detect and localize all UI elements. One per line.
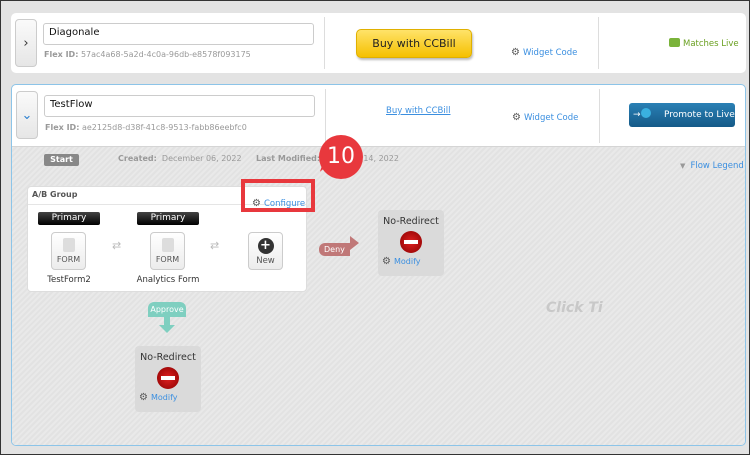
start-tag: Start — [44, 154, 79, 166]
modify-link[interactable]: ⚙ Modify — [378, 256, 444, 267]
matches-live-icon — [669, 38, 680, 47]
modify-label: Modify — [150, 393, 178, 402]
deny-arrow: Deny — [319, 236, 359, 256]
status-label: Matches Live — [683, 39, 739, 49]
collapse-button[interactable]: ⌄ — [16, 91, 38, 139]
promote-label: Promote to Live — [664, 110, 735, 120]
swap-icon: ⇄ — [112, 239, 122, 252]
no-redirect-node[interactable]: No-Redirect ⚙ Modify — [135, 346, 201, 412]
gear-icon: ⚙ — [511, 47, 520, 58]
flex-id-value: 57ac4a68-5a2d-4c0a-96db-e8578f093175 — [80, 50, 251, 59]
flex-id-label: Flex ID: — [44, 50, 79, 59]
widget-code-label: Widget Code — [522, 48, 578, 58]
form-icon-label: FORM — [56, 255, 81, 264]
flow-legend-label: Flow Legend — [690, 161, 744, 171]
form-node-testform2[interactable]: FORM — [51, 232, 86, 270]
gear-icon: ⚙ — [139, 392, 148, 403]
primary-tag: Primary — [38, 212, 100, 225]
divider — [325, 89, 326, 143]
created-info: Created: December 06, 2022 — [118, 154, 242, 163]
created-date: December 06, 2022 — [161, 154, 242, 163]
approve-arrow: Approve — [148, 302, 186, 333]
flow-card-testflow: ⌄ TestFlow Flex ID: ae2125d8-d38f-41c8-9… — [11, 84, 746, 446]
gear-icon: ⚙ — [512, 112, 521, 123]
form-icon-label: FORM — [155, 255, 180, 264]
gear-icon: ⚙ — [382, 256, 391, 267]
divider — [599, 89, 600, 143]
form-name: Analytics Form — [136, 275, 200, 285]
divider — [598, 17, 599, 69]
document-icon — [161, 238, 174, 252]
node-title: No-Redirect — [383, 216, 439, 227]
document-icon — [62, 238, 75, 252]
form-name: TestForm2 — [47, 275, 91, 285]
expand-button[interactable]: › — [15, 19, 37, 67]
modify-label: Modify — [393, 257, 421, 266]
flex-id: Flex ID: ae2125d8-d38f-41c8-9513-fabb86e… — [45, 123, 247, 132]
divider — [324, 17, 325, 69]
chevron-down-icon: ▼ — [680, 162, 686, 170]
highlight-box — [241, 179, 315, 212]
flex-id-label: Flex ID: — [45, 123, 80, 132]
globe-arrow-icon: → — [633, 103, 657, 127]
arrow-down-icon — [159, 325, 175, 333]
plus-icon: + — [257, 238, 274, 254]
buy-with-ccbill-link[interactable]: Buy with CCBill — [386, 106, 450, 116]
ab-group-title: A/B Group — [32, 190, 78, 199]
widget-code-label: Widget Code — [523, 113, 579, 123]
no-redirect-node[interactable]: No-Redirect ⚙ Modify — [378, 210, 444, 276]
promote-to-live-button[interactable]: → Promote to Live — [629, 103, 735, 127]
form-node-analytics-form[interactable]: FORM — [150, 232, 185, 270]
flex-id-value: ae2125d8-d38f-41c8-9513-fabb86eebfc0 — [81, 123, 247, 132]
new-form-button[interactable]: + New — [248, 232, 283, 270]
widget-code-link[interactable]: ⚙ Widget Code — [511, 40, 577, 59]
primary-tag: Primary — [137, 212, 199, 225]
modify-link[interactable]: ⚙ Modify — [135, 392, 201, 403]
arrow-right-icon — [349, 236, 359, 250]
flow-legend-toggle[interactable]: ▼ Flow Legend — [680, 153, 744, 172]
callout-badge: 10 — [319, 135, 363, 179]
flow-name-input[interactable]: TestFlow — [44, 95, 315, 117]
stop-icon — [157, 367, 179, 389]
flex-id: Flex ID: 57ac4a68-5a2d-4c0a-96db-e8578f0… — [44, 50, 251, 59]
matches-live-status: Matches Live — [669, 38, 739, 49]
flow-canvas[interactable]: Start Created: December 06, 2022 Last Mo… — [12, 146, 745, 445]
node-title: No-Redirect — [140, 352, 196, 363]
created-label: Created: — [118, 154, 157, 163]
widget-code-link[interactable]: ⚙ Widget Code — [512, 105, 578, 124]
flow-card-diagonale: › Diagonale Flex ID: 57ac4a68-5a2d-4c0a-… — [11, 13, 746, 73]
swap-icon: ⇄ — [210, 239, 220, 252]
flow-name-input[interactable]: Diagonale — [43, 23, 314, 45]
modified-label: Last Modified: — [256, 154, 321, 163]
deny-label: Deny — [319, 243, 350, 256]
new-label: New — [256, 256, 275, 266]
modified-date: 14, 2022 — [363, 154, 399, 163]
stop-icon — [400, 231, 422, 253]
approve-label: Approve — [148, 302, 186, 317]
canvas-hint: Click Ti — [546, 300, 603, 316]
buy-with-ccbill-button[interactable]: Buy with CCBill — [356, 29, 472, 58]
